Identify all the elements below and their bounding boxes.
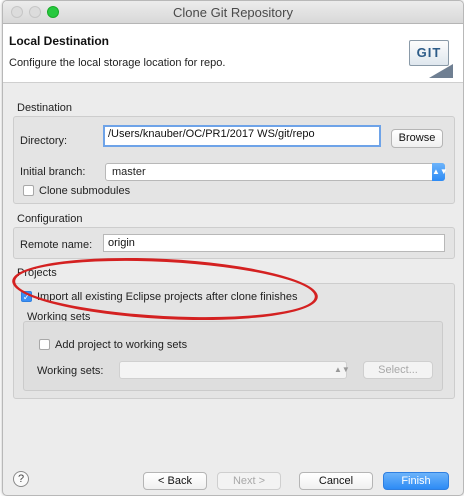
destination-group-label: Destination	[17, 102, 73, 114]
logo-corner-decoration	[429, 64, 453, 78]
directory-label: Directory:	[20, 135, 68, 147]
initial-branch-select[interactable]: master ▲▼	[105, 163, 448, 181]
initial-branch-label: Initial branch:	[20, 166, 86, 178]
initial-branch-value: master	[112, 166, 146, 178]
working-sets-select[interactable]: ▲▼	[119, 361, 350, 379]
clone-git-repository-dialog: Clone Git Repository Local Destination C…	[2, 0, 464, 496]
next-button[interactable]: Next >	[217, 472, 281, 490]
remote-name-input[interactable]: origin	[103, 234, 445, 252]
git-logo-icon: GIT	[409, 40, 453, 78]
add-to-working-sets-checkbox[interactable]	[39, 339, 50, 350]
git-logo-text: GIT	[409, 40, 449, 66]
clone-submodules-label: Clone submodules	[39, 185, 131, 197]
page-description: Configure the local storage location for…	[9, 57, 226, 69]
help-icon[interactable]: ?	[13, 471, 29, 487]
finish-button[interactable]: Finish	[383, 472, 449, 490]
chevron-updown-icon: ▲▼	[334, 365, 350, 374]
window-title: Clone Git Repository	[173, 5, 293, 20]
wizard-header: Local Destination Configure the local st…	[3, 24, 463, 83]
back-button[interactable]: < Back	[143, 472, 207, 490]
browse-button[interactable]: Browse	[391, 129, 443, 148]
title-bar: Clone Git Repository	[3, 1, 463, 24]
add-to-working-sets-label: Add project to working sets	[55, 339, 188, 351]
remote-name-label: Remote name:	[20, 239, 93, 251]
chevron-updown-icon: ▲▼	[432, 163, 448, 181]
working-sets-label: Working sets:	[37, 365, 104, 377]
configuration-group-label: Configuration	[17, 213, 83, 225]
directory-input[interactable]: /Users/knauber/OC/PR1/2017 WS/git/repo	[103, 125, 381, 147]
cancel-button[interactable]: Cancel	[299, 472, 373, 490]
select-working-sets-button[interactable]: Select...	[363, 361, 433, 379]
page-title: Local Destination	[9, 34, 110, 48]
working-sets-group	[23, 321, 443, 391]
clone-submodules-checkbox[interactable]	[23, 185, 34, 196]
